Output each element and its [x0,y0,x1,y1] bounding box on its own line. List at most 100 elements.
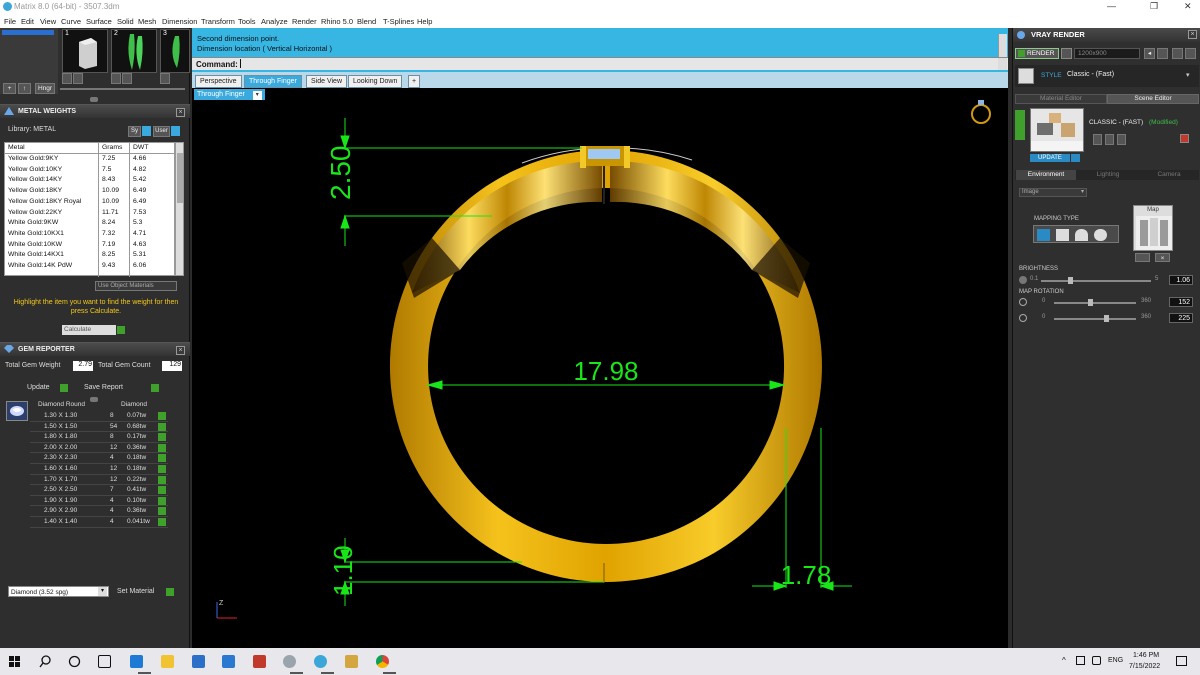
tab-scene-editor[interactable]: Scene Editor [1107,94,1199,104]
menu-view[interactable]: View [40,17,56,26]
network-icon[interactable] [1076,656,1085,665]
gem-select-icon[interactable] [158,475,166,484]
menu-rhino[interactable]: Rhino 5.0 [321,17,353,26]
brightness-slider[interactable]: 0.1 5 1.06 [1019,275,1199,286]
clock-time[interactable]: 1:46 PM [1133,652,1159,659]
environment-type-select[interactable]: Image ▾ [1019,188,1087,197]
delete-preset-icon[interactable] [1180,134,1189,143]
menu-tsplines[interactable]: T-Splines [383,17,414,26]
up-button[interactable]: ↑ [18,83,31,94]
gem-row[interactable]: 1.90 X 1.90 4 0.10tw [30,496,168,507]
maximize-button[interactable]: ❐ [1150,1,1158,12]
gem-material-select[interactable]: Diamond (3.52 spg) ▾ [8,586,109,597]
menu-render[interactable]: Render [292,17,317,26]
gem-select-icon[interactable] [158,486,166,495]
file-explorer-icon[interactable] [161,655,174,668]
brightness-value[interactable]: 1.06 [1169,275,1193,285]
gem-row[interactable]: 1.30 X 1.30 8 0.07tw [30,411,168,422]
mapping-dome-icon[interactable] [1075,229,1088,241]
close-icon[interactable]: × [176,346,185,355]
menu-surface[interactable]: Surface [86,17,112,26]
scene-collapse-handle[interactable] [1015,110,1025,140]
save-report-go-icon[interactable] [151,384,159,392]
library-thumb-2[interactable]: 2 [111,29,157,73]
gem-select-icon[interactable] [158,422,166,431]
metal-row[interactable]: Yellow Gold:18KY 10.09 6.49 [5,186,176,197]
resolution-field[interactable]: 1200x900 [1074,48,1140,59]
chevron-up-icon[interactable]: ^ [1062,656,1066,665]
metal-row[interactable]: Yellow Gold:9KY 7.25 4.66 [5,154,176,165]
ring-drawing[interactable]: 2.50 17.98 1.10 1.78 Z [192,88,1008,648]
search-icon[interactable] [39,655,52,668]
gem-row[interactable]: 2.90 X 2.90 4 0.36tw [30,506,168,517]
menu-analyze[interactable]: Analyze [261,17,288,26]
menu-dimension[interactable]: Dimension [162,17,197,26]
view-name-label[interactable]: Through Finger ▾ [194,89,265,100]
ring-icon[interactable] [971,100,991,124]
prev-icon[interactable]: ◂ [1144,48,1155,59]
notifications-icon[interactable] [1176,656,1187,666]
metal-row[interactable]: White Gold:9KW 8.24 5.3 [5,218,176,229]
settings-icon[interactable] [1061,48,1072,59]
mapping-box-icon[interactable] [1056,229,1069,241]
library-thumb-1[interactable]: 1 [62,29,108,73]
task-view-icon[interactable] [68,655,81,668]
command-scrollbar[interactable] [998,58,1007,70]
menu-blend[interactable]: Blend [357,17,376,26]
save-preset-icon[interactable] [1093,134,1102,145]
gem-select-icon[interactable] [158,454,166,463]
metal-row[interactable]: White Gold:10KX1 7.32 4.71 [5,229,176,240]
rhino-icon[interactable] [283,655,296,668]
gem-row[interactable]: 1.70 X 1.70 12 0.22tw [30,475,168,486]
store-icon[interactable] [192,655,205,668]
metal-row[interactable]: Yellow Gold:22KY 11.71 7.53 [5,208,176,219]
viewport-through-finger[interactable]: 2.50 17.98 1.10 1.78 Z [192,88,1008,648]
use-object-materials-toggle[interactable]: Use Object Materials [95,281,177,291]
close-icon[interactable]: × [176,108,185,117]
menu-transform[interactable]: Transform [201,17,235,26]
clock-date[interactable]: 7/15/2022 [1129,663,1160,670]
calculate-go-icon[interactable] [117,326,125,334]
add-tab-button[interactable]: + [408,75,421,88]
matrix-icon[interactable] [314,655,327,668]
metal-table-scrollbar[interactable] [175,142,184,276]
mail-icon[interactable] [222,655,235,668]
lock-icon[interactable] [1157,48,1168,59]
window-icon[interactable] [1172,48,1183,59]
gem-select-icon[interactable] [158,433,166,442]
add-button[interactable]: + [3,83,16,94]
chrome-icon[interactable] [376,655,389,668]
copy-preset-icon[interactable] [1105,134,1114,145]
mapping-planar-icon[interactable] [1037,229,1050,241]
gem-select-icon[interactable] [158,518,166,526]
gem-row[interactable]: 2.00 X 2.00 12 0.36tw [30,443,168,454]
command-line[interactable]: Command: [192,57,1008,70]
menu-tools[interactable]: Tools [238,17,256,26]
rotation-horizontal-value[interactable]: 152 [1169,297,1193,307]
splitter-handle[interactable] [90,97,98,102]
environment-map-thumbnail[interactable]: Map [1133,205,1173,251]
command-scrollbar[interactable] [998,34,1007,58]
metal-row[interactable]: White Gold:10KW 7.19 4.63 [5,240,176,251]
metal-row[interactable]: White Gold:14K PdW 9.43 6.06 [5,261,176,272]
close-icon[interactable]: × [1188,30,1197,39]
expand-icon[interactable] [1185,48,1196,59]
style-selector[interactable]: STYLE Classic - (Fast) ▾ [1015,65,1199,87]
mapping-sphere-icon[interactable] [1094,229,1107,241]
render-button[interactable]: RENDER [1015,48,1059,59]
menu-curve[interactable]: Curve [61,17,81,26]
metal-row[interactable]: Yellow Gold:10KY 7.5 4.82 [5,165,176,176]
app-gold-icon[interactable] [345,655,358,668]
gem-select-icon[interactable] [158,496,166,505]
gem-select-icon[interactable] [158,507,166,516]
rotation-vertical-slider[interactable]: 0 360 225 [1019,313,1199,324]
menu-help[interactable]: Help [417,17,432,26]
metal-row[interactable]: White Gold:14KX1 8.25 5.31 [5,250,176,261]
windows-start-icon[interactable] [9,656,21,668]
metal-row[interactable]: Yellow Gold:14KY 8.43 5.42 [5,175,176,186]
tab-material-editor[interactable]: Material Editor [1015,94,1107,104]
library-thumb-3[interactable]: 3 [160,29,190,73]
menu-mesh[interactable]: Mesh [138,17,156,26]
rotation-vertical-value[interactable]: 225 [1169,313,1193,323]
save-report-button[interactable]: Save Report [84,384,123,391]
